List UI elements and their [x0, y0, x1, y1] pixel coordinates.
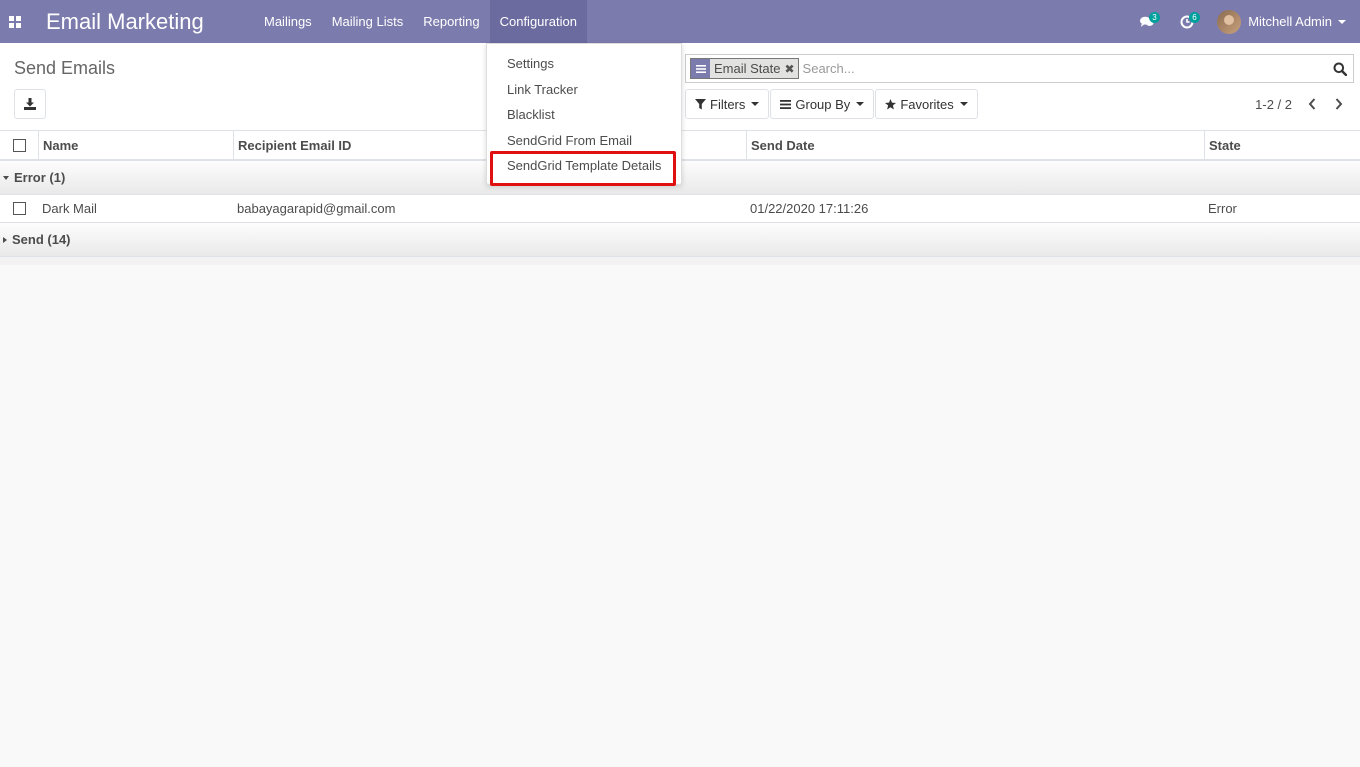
search-icon[interactable]	[1327, 62, 1353, 76]
cell-state: Error	[1208, 201, 1237, 216]
grid-icon	[9, 15, 21, 28]
search-options: Filters Group By Favorites	[685, 89, 979, 119]
search-bar: Email State ✖	[685, 54, 1354, 83]
group-by-icon	[691, 59, 710, 78]
row-select-cell	[0, 195, 38, 223]
avatar	[1217, 9, 1242, 34]
group-label: Send (14)	[12, 232, 71, 247]
facet-label: Email State	[714, 61, 781, 76]
menu-item-settings[interactable]: Settings	[487, 51, 681, 77]
chevron-right-icon	[1335, 98, 1342, 110]
column-header-send-date[interactable]: Send Date	[746, 130, 1204, 160]
export-button[interactable]	[14, 89, 46, 119]
menu-mailing-lists[interactable]: Mailing Lists	[322, 0, 414, 43]
group-label: Error (1)	[14, 170, 66, 185]
group-row-send[interactable]: Send (14)	[0, 223, 1360, 257]
menu-item-blacklist[interactable]: Blacklist	[487, 102, 681, 128]
group-by-label: Group By	[795, 96, 851, 112]
cell-recipient: babayagarapid@gmail.com	[237, 201, 396, 216]
cell-name: Dark Mail	[42, 201, 97, 216]
filter-icon	[695, 98, 706, 109]
activities-button[interactable]: 6	[1167, 0, 1207, 43]
menu-item-sendgrid-from-email[interactable]: SendGrid From Email	[487, 128, 681, 154]
select-all-header	[0, 130, 38, 160]
favorites-label: Favorites	[900, 96, 954, 112]
list-icon	[780, 99, 792, 109]
column-header-name[interactable]: Name	[38, 130, 233, 160]
pager-next-button[interactable]	[1325, 95, 1352, 113]
star-icon	[885, 98, 897, 110]
user-menu[interactable]: Mitchell Admin	[1207, 0, 1360, 43]
table-row[interactable]: Dark Mail babayagarapid@gmail.com 01/22/…	[0, 195, 1360, 223]
activities-count-badge: 6	[1189, 12, 1200, 23]
search-input[interactable]	[802, 56, 1327, 81]
cell-send-date: 01/22/2020 17:11:26	[750, 201, 869, 216]
column-header-state[interactable]: State	[1204, 130, 1360, 160]
menu-configuration[interactable]: Configuration	[489, 0, 587, 43]
chevron-left-icon	[1308, 98, 1315, 110]
top-navbar: Email Marketing Mailings Mailing Lists R…	[0, 0, 1360, 43]
apps-menu-button[interactable]	[0, 0, 30, 43]
favorites-button[interactable]: Favorites	[875, 89, 978, 119]
chevron-down-icon	[856, 102, 865, 106]
group-by-button[interactable]: Group By	[770, 89, 875, 119]
caret-down-icon	[3, 175, 9, 180]
filters-label: Filters	[710, 96, 746, 112]
app-brand[interactable]: Email Marketing	[46, 9, 254, 35]
configuration-dropdown-menu: Settings Link Tracker Blacklist SendGrid…	[486, 43, 682, 186]
close-icon[interactable]: ✖	[784, 62, 797, 76]
messages-button[interactable]: 3	[1127, 0, 1167, 43]
row-checkbox[interactable]	[12, 202, 26, 215]
menu-item-link-tracker[interactable]: Link Tracker	[487, 77, 681, 103]
table-footer	[0, 257, 1360, 265]
filters-button[interactable]: Filters	[685, 89, 770, 119]
caret-right-icon	[3, 236, 7, 243]
breadcrumb: Send Emails	[14, 58, 116, 78]
menu-item-sendgrid-template-details[interactable]: SendGrid Template Details	[487, 151, 681, 186]
pager-previous-button[interactable]	[1298, 95, 1325, 113]
select-all-checkbox[interactable]	[12, 138, 26, 152]
systray: 3 6 Mitchell Admin	[1127, 0, 1360, 43]
pager: 1-2 / 2	[1255, 95, 1352, 113]
chevron-down-icon	[959, 102, 968, 106]
download-icon	[24, 98, 36, 110]
search-facet: Email State ✖	[690, 58, 799, 79]
main-menu: Mailings Mailing Lists Reporting Configu…	[254, 0, 587, 43]
messages-count-badge: 3	[1149, 12, 1160, 23]
menu-reporting[interactable]: Reporting	[413, 0, 489, 43]
pager-value[interactable]: 1-2 / 2	[1255, 97, 1292, 112]
menu-mailings[interactable]: Mailings	[254, 0, 322, 43]
chevron-down-icon	[1338, 19, 1346, 24]
user-name: Mitchell Admin	[1248, 14, 1332, 29]
chevron-down-icon	[751, 102, 760, 106]
